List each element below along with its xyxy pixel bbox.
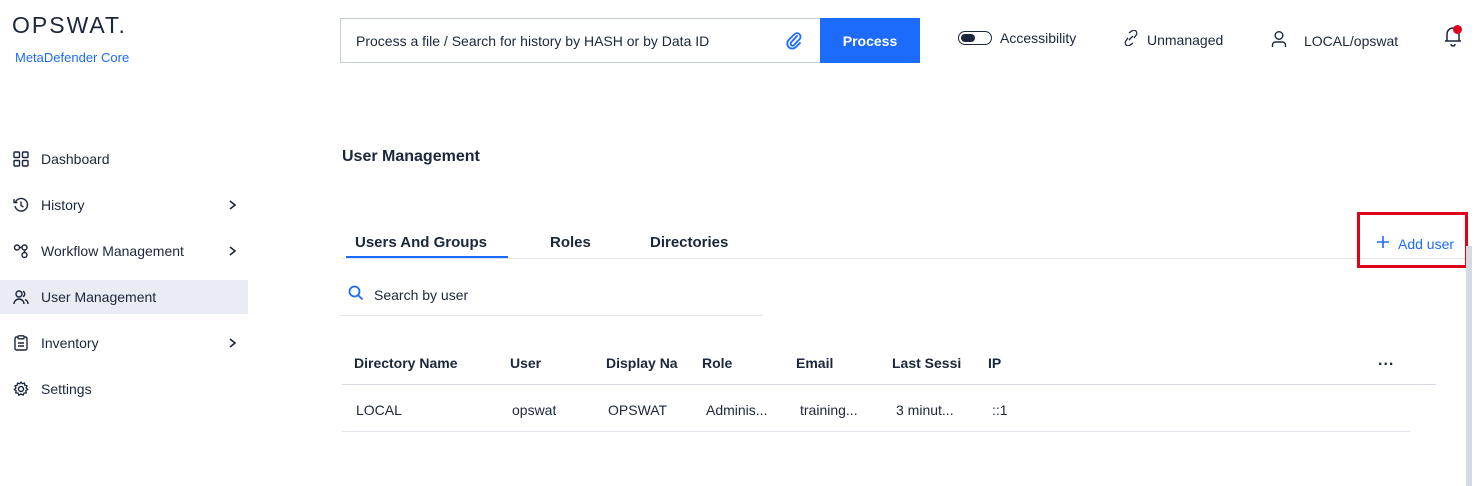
column-header-ip[interactable]: IP bbox=[988, 355, 1028, 371]
user-menu[interactable]: LOCAL/opswat bbox=[1270, 30, 1398, 51]
column-header-last-session[interactable]: Last Sessi bbox=[892, 355, 965, 371]
product-name: MetaDefender Core bbox=[15, 50, 130, 65]
brand-logo[interactable]: OPSWAT. bbox=[12, 12, 127, 39]
sidebar-item-label: History bbox=[41, 197, 85, 213]
table-header-divider bbox=[342, 384, 1436, 385]
tab-users-and-groups[interactable]: Users And Groups bbox=[355, 234, 487, 251]
unmanaged-link[interactable]: Unmanaged bbox=[1123, 29, 1224, 49]
tab-directories[interactable]: Directories bbox=[650, 234, 728, 251]
cell-last-session: 3 minut... bbox=[896, 402, 954, 418]
search-placeholder: Process a file / Search for history by H… bbox=[356, 32, 710, 49]
sidebar-item-workflow-management[interactable]: Workflow Management bbox=[0, 234, 248, 268]
sidebar-item-label: Dashboard bbox=[41, 151, 110, 167]
unmanaged-label: Unmanaged bbox=[1147, 31, 1224, 48]
column-header-directory-name[interactable]: Directory Name bbox=[354, 355, 494, 371]
user-label: LOCAL/opswat bbox=[1304, 32, 1399, 49]
search-icon bbox=[348, 285, 364, 304]
inventory-icon bbox=[12, 334, 30, 352]
column-header-user[interactable]: User bbox=[510, 355, 590, 371]
chevron-right-icon bbox=[228, 335, 238, 351]
search-underline bbox=[340, 315, 763, 316]
column-header-role[interactable]: Role bbox=[702, 355, 782, 371]
sidebar-item-history[interactable]: History bbox=[0, 188, 248, 222]
sidebar-item-label: Inventory bbox=[41, 335, 99, 351]
page-title: User Management bbox=[342, 148, 480, 165]
workflow-icon bbox=[12, 242, 30, 260]
cell-email: training... bbox=[800, 402, 858, 418]
process-button[interactable]: Process bbox=[820, 18, 920, 63]
highlight-box bbox=[1357, 212, 1468, 268]
tabs-divider bbox=[342, 258, 1468, 259]
search-input[interactable]: Process a file / Search for history by H… bbox=[340, 18, 821, 63]
notification-dot bbox=[1453, 25, 1462, 34]
scrollbar[interactable] bbox=[1466, 246, 1472, 486]
accessibility-label: Accessibility bbox=[1000, 30, 1077, 46]
column-header-display-name[interactable]: Display Na bbox=[606, 355, 682, 371]
chevron-right-icon bbox=[228, 243, 238, 259]
users-icon bbox=[12, 288, 30, 306]
toggle-switch-icon[interactable] bbox=[958, 31, 992, 45]
tab-roles[interactable]: Roles bbox=[550, 234, 591, 251]
cell-user: opswat bbox=[512, 402, 557, 418]
cell-role: Adminis... bbox=[706, 402, 768, 418]
broken-link-icon bbox=[1123, 29, 1139, 49]
dashboard-icon bbox=[12, 150, 30, 168]
sidebar-item-settings[interactable]: Settings bbox=[0, 372, 248, 406]
user-search-input[interactable]: Search by user bbox=[348, 285, 468, 304]
sidebar-item-label: Workflow Management bbox=[41, 243, 184, 259]
table-row-divider bbox=[342, 431, 1410, 432]
sidebar-item-label: Settings bbox=[41, 381, 92, 397]
column-header-email[interactable]: Email bbox=[796, 355, 876, 371]
sidebar-item-user-management[interactable]: User Management bbox=[0, 280, 248, 314]
sidebar-item-dashboard[interactable]: Dashboard bbox=[0, 142, 248, 176]
sidebar-item-label: User Management bbox=[41, 289, 157, 305]
notification-bell-icon[interactable] bbox=[1442, 24, 1464, 48]
cell-directory-name: LOCAL bbox=[356, 402, 402, 418]
gear-icon bbox=[12, 380, 30, 398]
history-icon bbox=[12, 196, 30, 214]
more-options-icon[interactable]: ... bbox=[1378, 352, 1394, 370]
user-icon bbox=[1270, 30, 1288, 51]
sidebar-item-inventory[interactable]: Inventory bbox=[0, 326, 248, 360]
search-placeholder: Search by user bbox=[374, 286, 469, 303]
cell-ip: ::1 bbox=[992, 402, 1008, 418]
chevron-right-icon bbox=[228, 197, 238, 213]
paperclip-icon[interactable] bbox=[784, 31, 804, 51]
active-tab-indicator bbox=[346, 256, 508, 258]
cell-display-name: OPSWAT bbox=[608, 402, 668, 418]
accessibility-toggle[interactable]: Accessibility bbox=[958, 30, 1076, 46]
